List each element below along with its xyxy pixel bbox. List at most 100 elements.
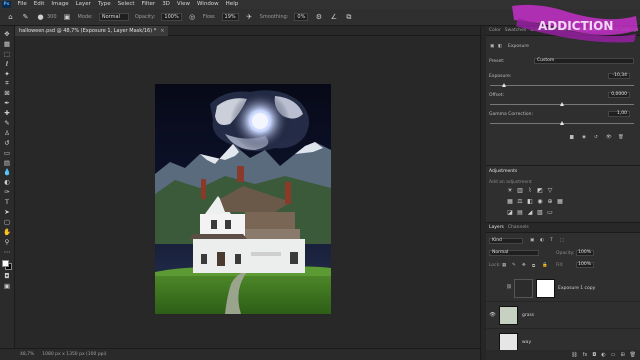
link-icon[interactable]: ⛓ xyxy=(506,285,512,290)
gradient-tool-icon[interactable]: ▤ xyxy=(2,159,12,168)
quick-mask-icon[interactable]: ◘ xyxy=(2,272,12,281)
link-layers-icon[interactable]: ⛓ xyxy=(571,352,577,358)
eyedropper-tool-icon[interactable]: ✒ xyxy=(2,99,12,108)
posterize-icon[interactable]: ▤ xyxy=(516,209,524,217)
color-balance-icon[interactable]: ⚖ xyxy=(516,198,524,206)
menu-image[interactable]: Image xyxy=(48,0,72,9)
visibility-eye-icon[interactable]: 👁 xyxy=(489,312,496,319)
menu-edit[interactable]: Edit xyxy=(30,0,48,9)
quick-select-tool-icon[interactable]: ✦ xyxy=(2,70,12,79)
visibility-hidden-icon[interactable] xyxy=(489,285,496,292)
menu-window[interactable]: Window xyxy=(193,0,222,9)
rectangle-tool-icon[interactable]: ▢ xyxy=(2,218,12,227)
menu-help[interactable]: Help xyxy=(222,0,242,9)
menu-view[interactable]: View xyxy=(173,0,193,9)
exposure-slider-knob[interactable] xyxy=(501,83,506,87)
tab-channels[interactable]: Channels xyxy=(508,225,529,230)
brush-tool-icon[interactable]: ✎ xyxy=(21,13,30,22)
menu-layer[interactable]: Layer xyxy=(72,0,94,9)
zoom-readout[interactable]: 48,7% xyxy=(20,352,34,357)
photoshop-logo-icon[interactable]: Ps xyxy=(2,1,11,8)
color-lookup-icon[interactable]: ▦ xyxy=(556,198,564,206)
brush-preset-picker[interactable]: ● 300 xyxy=(36,13,56,22)
new-adjustment-icon[interactable]: ◐ xyxy=(601,352,605,358)
menu-select[interactable]: Select xyxy=(114,0,138,9)
canvas-area[interactable] xyxy=(15,36,480,348)
lock-pixels-icon[interactable]: ✎ xyxy=(512,263,516,268)
curves-icon[interactable]: ⌇ xyxy=(526,187,534,195)
clip-to-layer-icon[interactable]: ▆ xyxy=(570,135,573,140)
lasso-tool-icon[interactable]: ℓ xyxy=(2,60,12,69)
exposure-field[interactable]: -10,34 xyxy=(608,73,630,79)
angle-icon[interactable]: ∠ xyxy=(329,13,338,22)
levels-icon[interactable]: ▥ xyxy=(516,187,524,195)
tab-layers[interactable]: Layers xyxy=(489,225,504,230)
mask-icon[interactable]: ◧ xyxy=(498,44,502,49)
photo-filter-icon[interactable]: ◉ xyxy=(536,198,544,206)
close-icon[interactable]: × xyxy=(160,28,164,34)
mode-select[interactable]: Normal xyxy=(98,13,129,21)
screen-mode-icon[interactable]: ▣ xyxy=(2,282,12,291)
layer-fill-field[interactable]: 100% xyxy=(576,262,594,268)
menu-3d[interactable]: 3D xyxy=(159,0,174,9)
gradient-map-icon[interactable]: ▭ xyxy=(546,209,554,217)
layer-name[interactable]: grass xyxy=(522,313,534,318)
smoothing-field[interactable]: 0% xyxy=(294,13,309,21)
brush-settings-icon[interactable]: ▣ xyxy=(63,13,72,22)
layer-opacity-field[interactable]: 100% xyxy=(576,250,594,256)
symmetry-icon[interactable]: ⧉ xyxy=(344,13,353,22)
view-previous-icon[interactable]: ◉ xyxy=(582,135,586,140)
offset-slider-knob[interactable] xyxy=(559,102,564,106)
delete-icon[interactable]: 🗑 xyxy=(618,135,624,140)
foreground-color-swatch[interactable] xyxy=(2,260,9,268)
hue-saturation-icon[interactable]: ▦ xyxy=(506,198,514,206)
more-tools-icon[interactable]: ⋯ xyxy=(2,248,12,257)
offset-field[interactable]: 0,0000 xyxy=(608,92,630,98)
clone-stamp-tool-icon[interactable]: ♙ xyxy=(2,129,12,138)
airbrush-icon[interactable]: ✈ xyxy=(245,13,254,22)
reset-icon[interactable]: ↺ xyxy=(594,135,598,140)
flow-field[interactable]: 19% xyxy=(221,13,239,21)
menu-filter[interactable]: Filter xyxy=(138,0,159,9)
brush-tool-icon[interactable]: ✎ xyxy=(2,119,12,128)
document-tab[interactable]: halloween.psd @ 48,7% (Exposure 1, Layer… xyxy=(15,26,169,36)
invert-icon[interactable]: ◪ xyxy=(506,209,514,217)
blur-tool-icon[interactable]: 💧 xyxy=(2,168,12,177)
visibility-icon[interactable]: 👁 xyxy=(606,135,612,140)
filter-type-icon[interactable]: T xyxy=(550,238,553,243)
filter-adjustment-icon[interactable]: ◐ xyxy=(540,238,544,243)
layer-row[interactable]: ⛓ Exposure 1 copy xyxy=(486,275,640,302)
document-canvas[interactable] xyxy=(155,84,331,314)
healing-brush-tool-icon[interactable]: ✚ xyxy=(2,109,12,118)
gamma-slider-knob[interactable] xyxy=(559,121,564,125)
filter-shape-icon[interactable]: ⬚ xyxy=(560,238,564,243)
delete-layer-icon[interactable]: 🗑 xyxy=(630,352,636,358)
history-brush-tool-icon[interactable]: ↺ xyxy=(2,139,12,148)
brightness-contrast-icon[interactable]: ☀ xyxy=(506,187,514,195)
opacity-field[interactable]: 100% xyxy=(161,13,182,21)
lock-transparency-icon[interactable]: ▦ xyxy=(502,263,506,268)
lock-all-icon[interactable]: 🔒 xyxy=(542,263,548,268)
layer-filter-kind[interactable]: Kind xyxy=(489,238,523,244)
black-white-icon[interactable]: ◧ xyxy=(526,198,534,206)
blend-mode-select[interactable]: Normal xyxy=(489,250,539,256)
crop-tool-icon[interactable]: ⌗ xyxy=(2,79,12,88)
visibility-hidden-icon[interactable] xyxy=(489,339,496,346)
smoothing-settings-icon[interactable]: ⚙ xyxy=(314,13,323,22)
path-select-tool-icon[interactable]: ➤ xyxy=(2,208,12,217)
layer-mask-thumbnail[interactable] xyxy=(536,279,555,298)
move-tool-icon[interactable]: ✥ xyxy=(2,30,12,39)
lock-artboard-icon[interactable]: ⧉ xyxy=(532,263,535,269)
new-layer-icon[interactable]: ⊞ xyxy=(620,352,624,358)
color-swatches[interactable] xyxy=(1,259,13,271)
vibrance-icon[interactable]: ▽ xyxy=(546,187,554,195)
menu-type[interactable]: Type xyxy=(94,0,114,9)
pressure-opacity-icon[interactable]: ◎ xyxy=(188,13,197,22)
artboard-tool-icon[interactable]: ▦ xyxy=(2,40,12,49)
dodge-tool-icon[interactable]: ◐ xyxy=(2,178,12,187)
filter-pixel-icon[interactable]: ▣ xyxy=(530,238,534,243)
layer-row[interactable]: 👁 grass xyxy=(486,302,640,329)
layer-name[interactable]: way xyxy=(522,340,531,345)
preset-select[interactable]: Custom xyxy=(534,58,634,64)
tab-color[interactable]: Color xyxy=(489,28,501,33)
